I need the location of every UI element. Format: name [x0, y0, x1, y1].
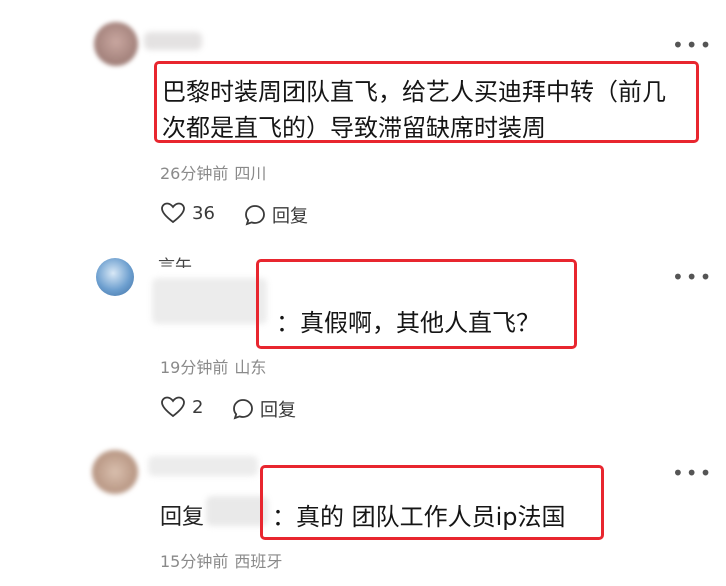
ip-location: 西班牙 [234, 552, 283, 571]
more-options-icon[interactable]: ••• [672, 463, 713, 483]
comment-meta: 19分钟前 山东 [160, 354, 266, 378]
like-button[interactable]: 36 [160, 202, 215, 224]
more-options-icon[interactable]: ••• [672, 267, 713, 287]
more-options-icon[interactable]: ••• [672, 35, 713, 55]
like-count: 2 [192, 396, 204, 418]
comment-text-line-1: 巴黎时装周团队直飞，给艺人买迪拜中转（前几 [162, 78, 666, 106]
username-partial: 言午 [158, 257, 192, 268]
reply-button[interactable]: 回复 [232, 396, 296, 422]
username-blurred [144, 32, 202, 50]
avatar[interactable] [96, 258, 134, 296]
comment-bubble-icon [245, 205, 265, 226]
avatar[interactable] [94, 22, 138, 66]
like-count: 36 [192, 202, 215, 224]
timestamp: 19分钟前 [160, 358, 229, 377]
avatar[interactable] [92, 450, 138, 494]
reply-prefix: 回复 [160, 505, 205, 530]
username-blurred [152, 278, 267, 324]
timestamp: 26分钟前 [160, 164, 229, 183]
ip-location: 山东 [234, 358, 267, 377]
comment-text: ：真的 团队工作人员ip法国 [272, 503, 566, 531]
comment-meta: 26分钟前 四川 [160, 160, 266, 184]
reply-button[interactable]: 回复 [244, 202, 308, 228]
ip-location: 四川 [234, 164, 267, 183]
heart-icon [161, 202, 185, 224]
comment-text-line-2: 次都是直飞的）导致滞留缺席时装周 [162, 114, 546, 142]
like-button[interactable]: 2 [160, 396, 203, 418]
username-blurred [148, 456, 258, 476]
comment-text: ：真假啊，其他人直飞？ [276, 309, 540, 337]
reply-label: 回复 [260, 400, 296, 421]
timestamp: 15分钟前 [160, 552, 229, 571]
comment-meta: 15分钟前 西班牙 [160, 548, 282, 572]
reply-label: 回复 [272, 206, 308, 227]
reply-target-blurred [206, 496, 268, 526]
comment-bubble-icon [233, 399, 253, 420]
heart-icon [161, 396, 185, 418]
